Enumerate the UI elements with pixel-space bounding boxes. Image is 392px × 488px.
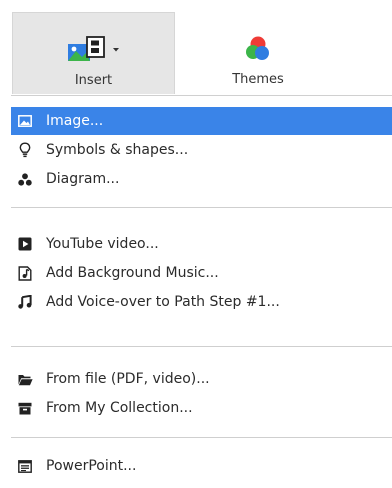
menu-item-symbols-shapes[interactable]: Symbols & shapes... — [11, 136, 392, 164]
image-icon — [17, 113, 33, 129]
powerpoint-icon — [17, 458, 33, 474]
menu-item-background-music[interactable]: Add Background Music... — [11, 259, 392, 287]
menu-item-label: YouTube video... — [46, 236, 159, 252]
insert-menu: Image... Symbols & shapes... Diagram... — [11, 95, 392, 488]
music-note-icon — [17, 294, 33, 310]
folder-icon — [17, 371, 33, 387]
menu-item-label: From My Collection... — [46, 400, 193, 416]
menu-item-image[interactable]: Image... — [11, 107, 392, 135]
menu-item-powerpoint[interactable]: PowerPoint... — [11, 452, 392, 480]
music-file-icon — [17, 265, 33, 281]
menu-item-label: From file (PDF, video)... — [46, 371, 210, 387]
play-icon — [17, 236, 33, 252]
menu-item-from-file[interactable]: From file (PDF, video)... — [11, 365, 392, 393]
menu-item-label: Add Background Music... — [46, 265, 219, 281]
menu-separator — [11, 346, 392, 347]
archive-icon — [17, 400, 33, 416]
menu-item-label: Symbols & shapes... — [46, 142, 189, 158]
menu-item-from-my-collection[interactable]: From My Collection... — [11, 394, 392, 422]
menu-separator — [11, 437, 392, 438]
insert-label: Insert — [74, 73, 113, 88]
menu-item-label: PowerPoint... — [46, 458, 137, 474]
themes-button[interactable]: Themes — [176, 12, 340, 94]
menu-separator — [11, 207, 392, 208]
menu-item-youtube-video[interactable]: YouTube video... — [11, 230, 392, 258]
lightbulb-icon — [17, 142, 33, 158]
menu-item-voice-over[interactable]: Add Voice-over to Path Step #1... — [11, 288, 392, 316]
toolbar: Insert Themes — [0, 0, 392, 94]
themes-icon — [243, 25, 273, 63]
menu-item-label: Diagram... — [46, 171, 120, 187]
diagram-icon — [17, 171, 33, 187]
insert-media-icon — [65, 26, 123, 64]
menu-item-label: Image... — [46, 113, 104, 129]
insert-button[interactable]: Insert — [12, 12, 175, 94]
themes-label: Themes — [232, 72, 284, 87]
menu-item-label: Add Voice-over to Path Step #1... — [46, 294, 280, 310]
menu-item-diagram[interactable]: Diagram... — [11, 165, 392, 193]
